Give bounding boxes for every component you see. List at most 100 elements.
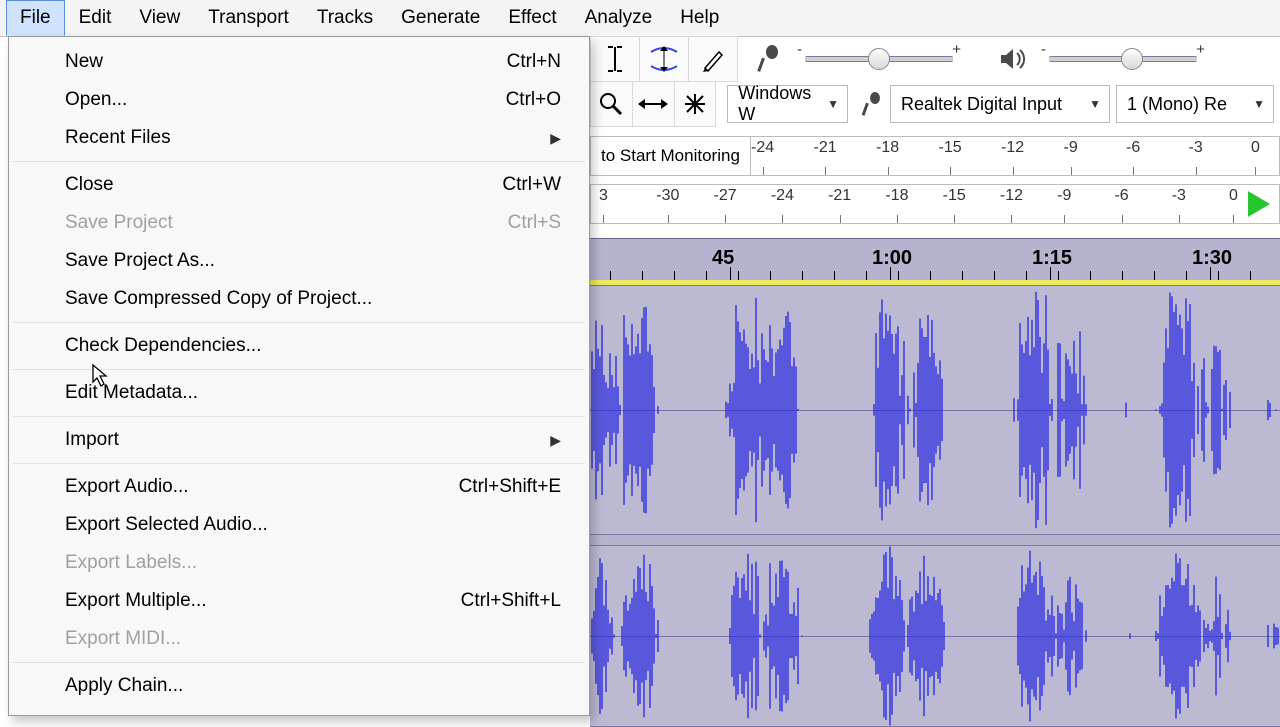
db-tick: 0	[1251, 137, 1260, 175]
menu-item-label: Save Compressed Copy of Project...	[65, 288, 372, 310]
menu-item-export-selected-audio[interactable]: Export Selected Audio...	[9, 506, 589, 544]
recording-device-label: Realtek Digital Input	[901, 94, 1062, 115]
db-tick: -6	[1126, 137, 1140, 175]
file-menu-dropdown: New Ctrl+N Open... Ctrl+O Recent Files▶ Close…	[8, 36, 590, 716]
db-tick: -21	[828, 185, 851, 223]
speaker-icon	[999, 45, 1027, 73]
recording-volume-slider[interactable]: - +	[789, 37, 969, 81]
db-tick: -18	[876, 137, 899, 175]
recording-device-combo[interactable]: Realtek Digital Input ▼	[890, 85, 1110, 123]
tool-multi[interactable]	[674, 81, 717, 127]
chevron-down-icon: ▼	[1253, 97, 1265, 111]
recording-channels-label: 1 (Mono) Re	[1127, 94, 1227, 115]
menu-item-shortcut: Ctrl+Shift+E	[459, 476, 561, 498]
menu-item-recent-files[interactable]: Recent Files▶	[9, 119, 589, 157]
menu-item-check-dependencies[interactable]: Check Dependencies...	[9, 327, 589, 365]
menu-separator	[13, 416, 585, 417]
menu-item-export-multiple[interactable]: Export Multiple... Ctrl+Shift+L	[9, 582, 589, 620]
menu-item-label: Save Project As...	[65, 250, 215, 272]
menu-item-label: Recent Files	[65, 127, 171, 149]
menu-item-export-midi: Export MIDI...	[9, 620, 589, 658]
menu-separator	[13, 662, 585, 663]
tool-envelope[interactable]	[639, 36, 689, 82]
menu-item-save-project: Save Project Ctrl+S	[9, 204, 589, 242]
db-tick: -27	[714, 185, 737, 223]
db-tick: -6	[1114, 185, 1128, 223]
audio-track-1[interactable]	[590, 285, 1280, 535]
db-tick: -15	[943, 185, 966, 223]
menu-view[interactable]: View	[125, 0, 194, 36]
tool-ibeam[interactable]	[590, 36, 640, 82]
menu-item-open[interactable]: Open... Ctrl+O	[9, 81, 589, 119]
tool-zoom[interactable]	[590, 81, 633, 127]
slider-max-label: +	[1196, 41, 1205, 58]
menu-separator	[13, 322, 585, 323]
menu-help[interactable]: Help	[666, 0, 733, 36]
menu-item-save-project-as[interactable]: Save Project As...	[9, 242, 589, 280]
timeline-label: 1:30	[1192, 247, 1232, 270]
db-tick: -21	[814, 137, 837, 175]
db-tick: -24	[751, 137, 774, 175]
toolbar-area: - + - + Windows W ▼	[590, 36, 1280, 127]
slider-min-label: -	[1041, 41, 1046, 58]
menu-edit[interactable]: Edit	[65, 0, 126, 36]
slider-max-label: +	[952, 41, 961, 58]
menu-item-label: Close	[65, 174, 114, 196]
audio-host-label: Windows W	[738, 83, 819, 125]
chevron-down-icon: ▼	[1089, 97, 1101, 111]
timeline-label: 1:00	[872, 247, 912, 270]
recording-meter[interactable]: to Start Monitoring -24-21-18-15-12-9-6-…	[590, 136, 1280, 176]
mic-icon	[755, 45, 783, 73]
menu-item-shortcut: Ctrl+N	[507, 51, 561, 73]
recording-channels-combo[interactable]: 1 (Mono) Re ▼	[1116, 85, 1274, 123]
menu-item-export-labels: Export Labels...	[9, 544, 589, 582]
menu-item-export-audio[interactable]: Export Audio... Ctrl+Shift+E	[9, 468, 589, 506]
menu-separator	[13, 463, 585, 464]
menu-item-label: Import	[65, 429, 119, 451]
audio-track-2[interactable]	[590, 545, 1280, 727]
menu-item-label: Export MIDI...	[65, 628, 181, 650]
menu-item-edit-metadata[interactable]: Edit Metadata...	[9, 374, 589, 412]
menu-tracks[interactable]: Tracks	[303, 0, 387, 36]
db-tick: -18	[885, 185, 908, 223]
menu-item-shortcut: Ctrl+O	[506, 89, 561, 111]
menubar: File Edit View Transport Tracks Generate…	[0, 0, 1280, 37]
db-tick: -12	[1000, 185, 1023, 223]
chevron-down-icon: ▼	[827, 97, 839, 111]
menu-transport[interactable]: Transport	[194, 0, 303, 36]
playback-volume-slider[interactable]: - +	[1033, 37, 1213, 81]
db-tick: -3	[1172, 185, 1186, 223]
menu-separator	[13, 369, 585, 370]
menu-analyze[interactable]: Analyze	[571, 0, 667, 36]
menu-item-label: Save Project	[65, 212, 173, 234]
menu-item-close[interactable]: CloseCtrl+W	[9, 166, 589, 204]
slider-min-label: -	[797, 41, 802, 58]
audio-host-combo[interactable]: Windows W ▼	[727, 85, 848, 123]
menu-item-shortcut: Ctrl+S	[508, 212, 561, 234]
db-tick: 3	[599, 185, 608, 223]
menu-item-new[interactable]: New Ctrl+N	[9, 43, 589, 81]
menu-item-label: Open...	[65, 89, 127, 111]
menu-item-label: New	[65, 51, 103, 73]
menu-item-import[interactable]: Import▶	[9, 421, 589, 459]
menu-item-label: Export Labels...	[65, 552, 197, 574]
db-tick: 0	[1229, 185, 1238, 223]
tool-draw[interactable]	[688, 36, 738, 82]
timeline-label: 1:15	[1032, 247, 1072, 270]
playback-meter[interactable]: 3-30-27-24-21-18-15-12-9-6-30	[590, 184, 1280, 224]
menu-generate[interactable]: Generate	[387, 0, 494, 36]
menu-item-save-compressed-copy-of-project[interactable]: Save Compressed Copy of Project...	[9, 280, 589, 318]
play-indicator-icon	[1242, 184, 1276, 224]
timeline-ruler[interactable]: 451:001:151:30	[590, 238, 1280, 282]
menu-file[interactable]: File	[6, 0, 65, 36]
tool-timeshift[interactable]	[632, 81, 675, 127]
menu-effect[interactable]: Effect	[494, 0, 570, 36]
start-monitoring-hint[interactable]: to Start Monitoring	[591, 137, 751, 175]
menu-item-label: Export Audio...	[65, 476, 189, 498]
menu-item-apply-chain[interactable]: Apply Chain...	[9, 667, 589, 705]
menu-item-label: Export Multiple...	[65, 590, 207, 612]
track-area	[590, 285, 1280, 720]
mic-icon	[860, 90, 884, 118]
db-tick: -3	[1189, 137, 1203, 175]
menu-item-shortcut: Ctrl+Shift+L	[461, 590, 561, 612]
